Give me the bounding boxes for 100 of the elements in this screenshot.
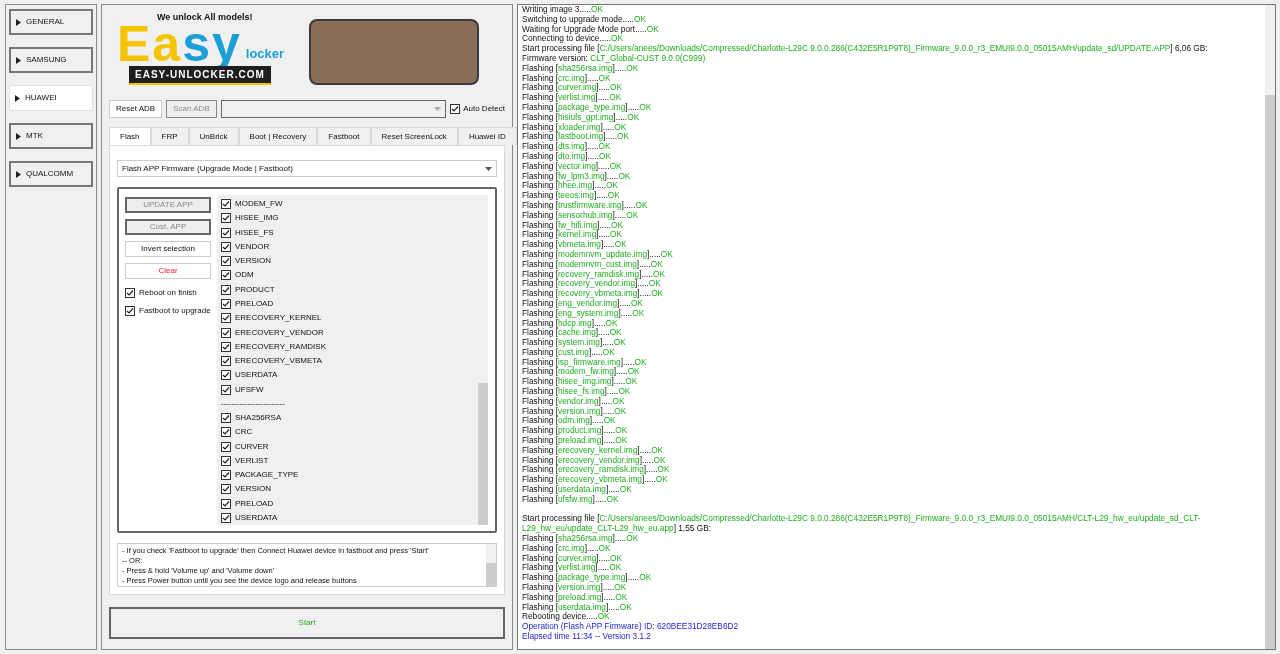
log-line: Connecting to device.....OK: [522, 34, 623, 44]
log-line: Flashing [dts.img].....OK: [522, 142, 612, 152]
log-line: Flashing [recovery_vbmeta.img].....OK: [522, 289, 665, 299]
caret-icon: [16, 132, 21, 140]
log-line: Flashing [sensorhub.img].....OK: [522, 210, 640, 221]
tab[interactable]: Reset ScreenLock: [370, 127, 458, 145]
checkbox[interactable]: [221, 384, 231, 395]
partition-label: VENDOR: [235, 240, 270, 253]
tab[interactable]: FRP: [150, 127, 189, 145]
device-dropdown[interactable]: [220, 100, 447, 118]
scrollbar[interactable]: [486, 544, 496, 586]
log-line: Flashing [crc.img].....OK: [522, 543, 611, 554]
partition-label: ERECOVERY_VENDOR: [235, 326, 324, 339]
partition-label: HISEE_IMG: [235, 212, 279, 225]
partition-label: VERLIST: [235, 454, 269, 467]
partition-label: PRELOAD: [235, 497, 274, 510]
checkbox[interactable]: [221, 327, 231, 338]
partition-label: VERSION: [235, 255, 271, 268]
checkbox[interactable]: [221, 270, 231, 281]
checkbox[interactable]: [221, 370, 231, 381]
sidebar-item[interactable]: SAMSUNG: [9, 47, 93, 73]
partition-label: ERECOVERY_RAMDISK: [235, 340, 326, 353]
action-button[interactable]: Clear: [125, 263, 211, 279]
tab[interactable]: Huawei ID: [457, 127, 517, 145]
checkbox[interactable]: [221, 256, 231, 267]
partition-label: CRC: [235, 426, 253, 439]
log-line: Flashing [fw_lpm3.img].....OK: [522, 171, 632, 182]
log-line: Flashing [recovery_vendor.img].....OK: [522, 279, 662, 290]
log-line: Flashing [version.img].....OK: [522, 583, 628, 593]
tab[interactable]: Boot | Recovery: [238, 127, 318, 145]
tab[interactable]: Fastboot: [317, 127, 371, 145]
log-line: Flashing [dto.img].....OK: [522, 151, 613, 162]
checkbox[interactable]: [221, 413, 231, 424]
partition-label: SHA256RSA: [235, 412, 282, 425]
checkbox[interactable]: [125, 306, 135, 316]
sidebar-item[interactable]: QUALCOMM: [9, 161, 93, 187]
checkbox[interactable]: [221, 356, 231, 367]
partition-label: VERSION: [235, 483, 271, 496]
checkbox[interactable]: [450, 104, 461, 114]
partition-label: MODEM_FW: [235, 198, 283, 211]
reset-adb-button[interactable]: Reset ADB: [109, 100, 163, 118]
log-line: Flashing [vector.img].....OK: [522, 161, 623, 172]
separator-label: ------------------------: [221, 397, 285, 410]
checkbox[interactable]: [221, 299, 231, 309]
log-line: Flashing [sha256rsa.img].....OK: [522, 534, 640, 544]
tab[interactable]: Flash: [109, 127, 151, 145]
auto-detect-label: Auto Detect: [463, 103, 505, 115]
log-line: Flashing [kernel.img].....OK: [522, 230, 624, 241]
caret-icon: [16, 56, 21, 64]
log-line: Flashing [teeos.img].....OK: [522, 191, 621, 201]
log-line: Flashing [recovery_ramdisk.img].....OK: [522, 269, 666, 280]
log-line: Flashing [verlist.img].....OK: [522, 563, 622, 574]
option-label: Fastboot to upgrade: [139, 305, 211, 317]
log-line: Flashing [hdcp.img].....OK: [522, 318, 618, 329]
log-line: Flashing [package_type.img].....OK: [522, 573, 653, 583]
checkbox[interactable]: [221, 470, 231, 481]
checkbox[interactable]: [221, 241, 231, 252]
checkbox[interactable]: [221, 441, 231, 452]
website-url: EASY-UNLOCKER.COM: [129, 66, 271, 85]
sidebar-item[interactable]: MTK: [9, 123, 93, 149]
partition-label: HISEE_FS: [235, 226, 274, 239]
log-line: Flashing [vendor.img].....OK: [522, 396, 626, 407]
log-line: Flashing [preload.img].....OK: [522, 592, 629, 603]
checkbox[interactable]: [221, 484, 231, 495]
sidebar-item[interactable]: HUAWEI: [9, 85, 93, 111]
log-line: Flashing [sha256rsa.img].....OK: [522, 63, 639, 74]
checkbox[interactable]: [221, 313, 231, 324]
checkbox[interactable]: [221, 213, 231, 224]
option-label: Reboot on finish: [139, 287, 197, 299]
checkbox[interactable]: [221, 512, 231, 523]
log-line: Flashing [hhee.img].....OK: [522, 181, 619, 192]
log-line: Flashing [trustfirmware.img].....OK: [522, 200, 649, 211]
checkbox[interactable]: [221, 427, 231, 438]
action-button[interactable]: Invert selection: [125, 241, 211, 257]
checkbox[interactable]: [221, 227, 231, 238]
log-line: Flashing [version.img].....OK: [522, 406, 628, 417]
partition-label: ODM: [235, 269, 254, 282]
log-line: Flashing [modem_fw.img].....OK: [522, 367, 641, 378]
log-line: Flashing [verlist.img].....OK: [522, 93, 623, 103]
log-line: Flashing [eng_vendor.img].....OK: [522, 298, 643, 309]
scrollbar-thumb[interactable]: [486, 562, 496, 586]
caret-icon: [15, 94, 20, 102]
checkbox[interactable]: [221, 199, 231, 210]
log-line: Flashing [hisee_fs.img].....OK: [522, 387, 632, 397]
tab[interactable]: UnBrick: [188, 127, 239, 145]
sidebar-item[interactable]: GENERAL: [9, 9, 93, 35]
log-line: Flashing [fw_hifi.img].....OK: [522, 220, 624, 231]
checkbox[interactable]: [221, 498, 231, 509]
scrollbar-thumb[interactable]: [478, 383, 488, 525]
log-line: Flashing [cust.img].....OK: [522, 347, 616, 358]
log-line: Start processing file [C:/Users/anees/Downloads/Compressed/Charlotte-L29C 9.0.0.286(C432E5R1P9T8)_Firmware_9.0.0_r3_EMUI9.0.0_05015AMH/CLT-L29_hw_eu/update_sd_CLT-L29_hw_eu/update_CLT-L29_hw_eu.app] 1,55 GB:: [522, 512, 1202, 534]
checkbox[interactable]: [125, 288, 135, 298]
checkbox[interactable]: [221, 284, 231, 295]
partition-label: PRODUCT: [235, 283, 275, 296]
mode-dropdown[interactable]: Flash APP Firmware (Upgrade Mode | Fastboot): [117, 160, 497, 177]
checkbox[interactable]: [221, 341, 231, 352]
log-line: Flashing [package_type.img].....OK: [522, 102, 653, 113]
checkbox[interactable]: [221, 455, 231, 466]
log-line: Flashing [userdata.img].....OK: [522, 602, 633, 613]
log-line: Flashing [eng_system.img].....OK: [522, 308, 646, 319]
